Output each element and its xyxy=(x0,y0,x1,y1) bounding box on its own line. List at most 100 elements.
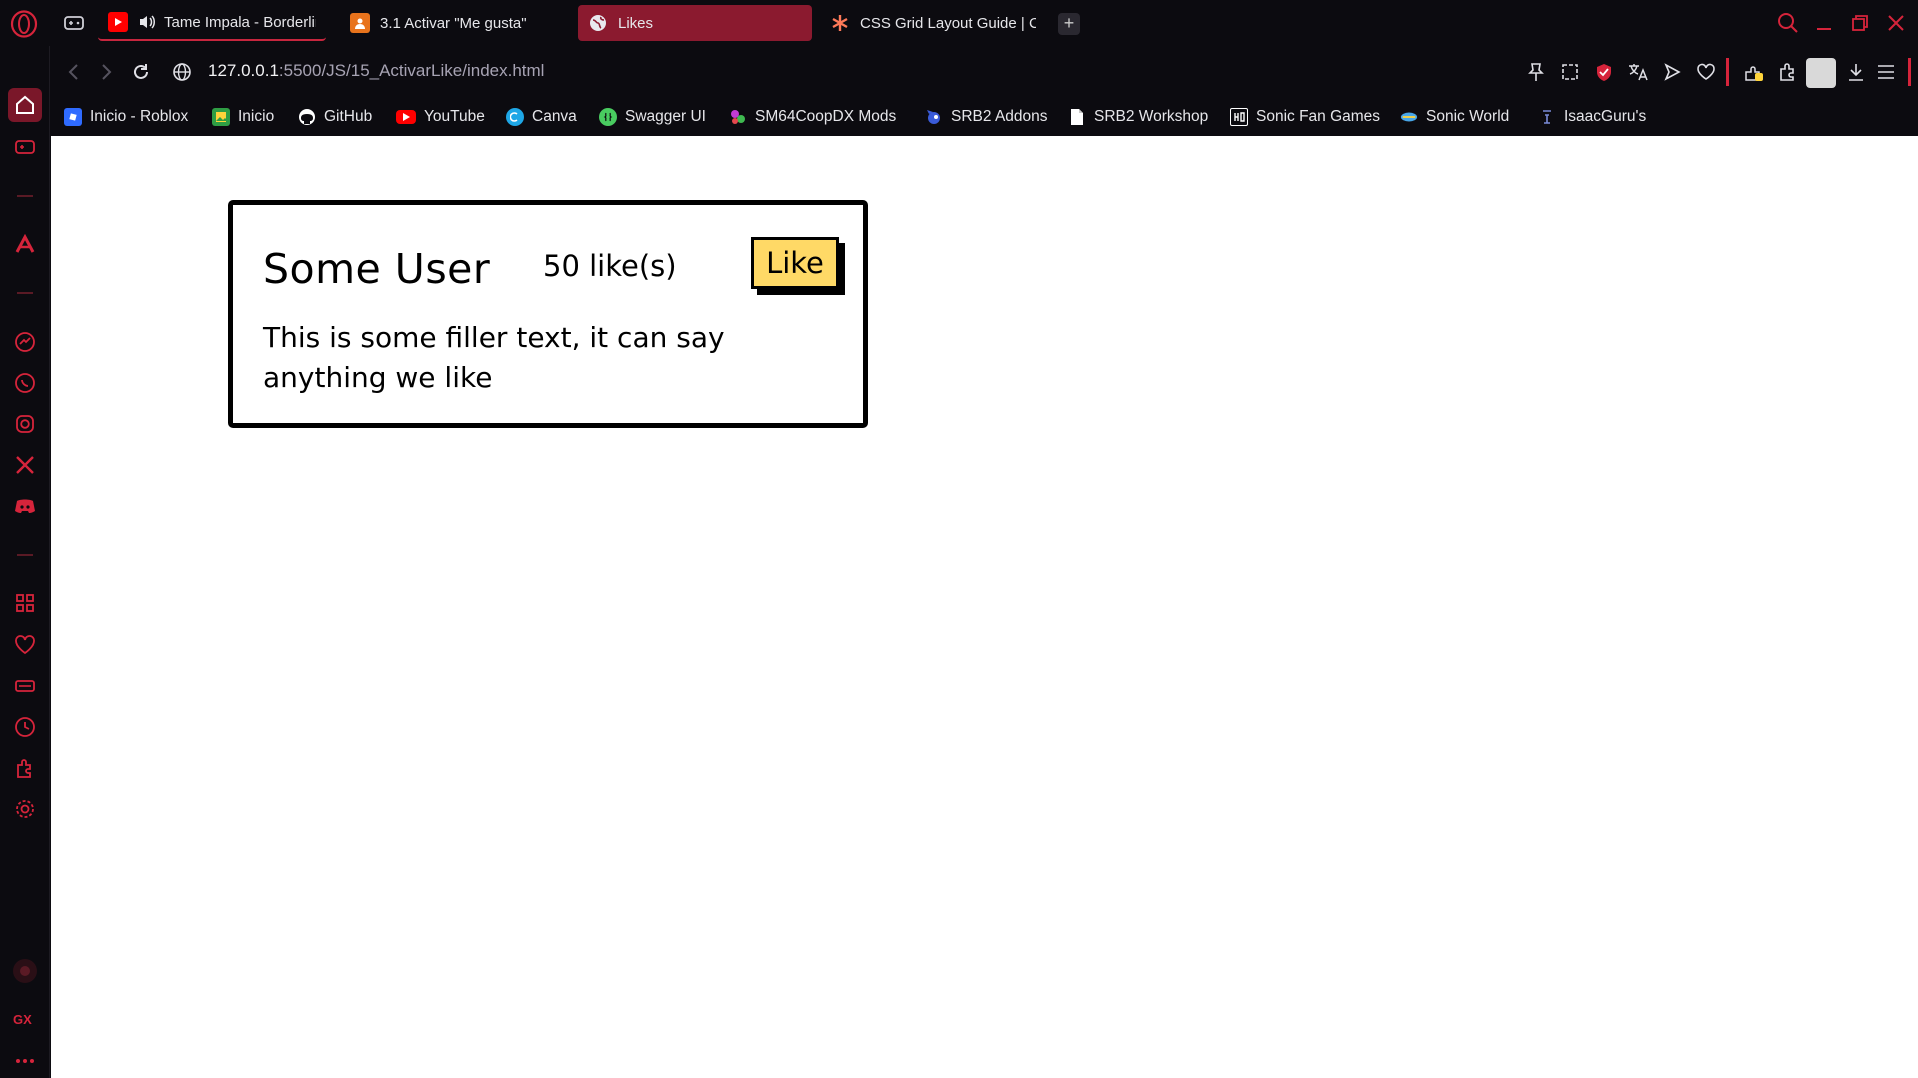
like-button[interactable]: Like xyxy=(751,237,839,289)
youtube-icon xyxy=(396,110,416,124)
sm64-icon xyxy=(729,108,747,126)
history-icon[interactable] xyxy=(10,712,40,742)
instagram-icon[interactable] xyxy=(10,409,40,439)
sidebar-divider xyxy=(17,554,33,556)
gx-label[interactable]: GX xyxy=(13,1012,32,1027)
bookmark-label: SRB2 Workshop xyxy=(1094,108,1209,125)
gx-corner-icon[interactable] xyxy=(10,956,40,986)
bookmark-srb2-addons[interactable]: SRB2 Addons xyxy=(925,106,1048,128)
forward-icon[interactable] xyxy=(94,60,118,84)
bookmark-sonic-fan-games[interactable]: Sonic Fan Games xyxy=(1230,106,1380,128)
page-icon xyxy=(1068,108,1086,126)
asterisk-icon xyxy=(830,13,850,33)
tab-course[interactable]: 3.1 Activar "Me gusta" xyxy=(340,5,560,41)
gamepad-icon[interactable] xyxy=(10,132,40,162)
profile-avatar[interactable] xyxy=(1806,58,1836,88)
bookmark-inicio[interactable]: Inicio xyxy=(212,106,274,128)
tab-title: Tame Impala - Borderline xyxy=(164,13,316,31)
close-icon[interactable] xyxy=(1882,10,1910,36)
bookmark-label: Canva xyxy=(532,108,577,125)
ad-blocker-shield-icon[interactable] xyxy=(1592,60,1616,84)
bookmark-label: GitHub xyxy=(324,108,373,125)
bookmark-label: YouTube xyxy=(424,108,485,125)
bookmark-label: Swagger UI xyxy=(625,108,706,125)
restore-icon[interactable] xyxy=(1846,10,1874,36)
minimize-icon[interactable] xyxy=(1810,10,1838,36)
tab-likes[interactable]: Likes xyxy=(578,5,812,41)
tab-title: 3.1 Activar "Me gusta" xyxy=(380,14,527,32)
gamepad-icon[interactable] xyxy=(62,12,86,34)
bookmark-label: Inicio - Roblox xyxy=(90,108,189,125)
new-tab-button[interactable]: + xyxy=(1058,13,1080,35)
bookmark-label: Sonic World xyxy=(1426,108,1510,125)
url-field[interactable]: 127.0.0.1:5500/JS/15_ActivarLike/index.h… xyxy=(208,61,544,81)
heart-icon[interactable] xyxy=(10,630,40,660)
bookmark-canva[interactable]: Canva xyxy=(506,106,577,128)
bookmark-heart-icon[interactable] xyxy=(1694,60,1718,84)
extensions-icon[interactable] xyxy=(10,753,40,783)
bookmark-label: IsaacGuru's xyxy=(1564,108,1647,125)
swagger-icon xyxy=(599,108,617,126)
url-host: 127.0.0.1 xyxy=(208,61,279,80)
tab-youtube[interactable]: Tame Impala - Borderline xyxy=(98,5,326,41)
easy-setup-menu-icon[interactable] xyxy=(1874,60,1898,84)
vpn-extension-icon[interactable] xyxy=(1742,60,1766,84)
whatsapp-icon[interactable] xyxy=(10,368,40,398)
bookmark-roblox[interactable]: Inicio - Roblox xyxy=(64,106,188,128)
discord-icon[interactable] xyxy=(10,491,40,521)
aria-icon[interactable] xyxy=(10,229,40,259)
srb2-icon xyxy=(925,108,943,126)
toolbar-divider xyxy=(1726,58,1729,86)
speaker-icon[interactable] xyxy=(138,12,156,32)
download-icon[interactable] xyxy=(1844,60,1868,84)
back-icon[interactable] xyxy=(62,60,86,84)
speed-dial-icon[interactable] xyxy=(10,588,40,618)
toolbar-divider xyxy=(1908,58,1911,86)
sfg-icon xyxy=(1230,108,1248,126)
messenger-icon[interactable] xyxy=(10,327,40,357)
bookmark-srb2-workshop[interactable]: SRB2 Workshop xyxy=(1068,106,1208,128)
bookmark-sonic-world[interactable]: Sonic World xyxy=(1400,106,1509,128)
translate-icon[interactable] xyxy=(1626,60,1650,84)
sonic-world-icon xyxy=(1400,108,1418,126)
bookmark-label: Sonic Fan Games xyxy=(1256,108,1381,125)
post-text: This is some filler text, it can say any… xyxy=(263,321,725,394)
sidebar-divider xyxy=(17,292,33,294)
gx-sidebar: GX xyxy=(0,46,50,1078)
reload-icon[interactable] xyxy=(129,60,153,84)
more-icon[interactable] xyxy=(10,1046,40,1076)
tab-css-grid[interactable]: CSS Grid Layout Guide | CSS-Tricks xyxy=(820,5,1046,41)
page-viewport: Some User 50 like(s) Like This is some f… xyxy=(51,136,1918,1078)
globe-icon xyxy=(588,13,608,33)
like-count: 50 like(s) xyxy=(543,249,677,283)
site-info-icon[interactable] xyxy=(170,60,194,84)
puzzle-extensions-icon[interactable] xyxy=(1776,60,1800,84)
opera-gx-logo-icon[interactable] xyxy=(10,10,38,38)
post-username: Some User xyxy=(263,245,491,293)
bookmark-label: SRB2 Addons xyxy=(951,108,1048,125)
bookmark-swagger[interactable]: Swagger UI xyxy=(599,106,706,128)
x-twitter-icon[interactable] xyxy=(10,450,40,480)
bookmark-label: SM64CoopDX Mods xyxy=(755,108,897,125)
bookmark-isaacguru[interactable]: IsaacGuru's xyxy=(1538,106,1646,128)
bookmark-sm64coopdx[interactable]: SM64CoopDX Mods xyxy=(729,106,896,128)
search-tabs-icon[interactable] xyxy=(1774,10,1802,36)
youtube-icon xyxy=(108,12,128,32)
home-icon[interactable] xyxy=(8,88,42,122)
image-icon xyxy=(212,108,230,126)
canva-icon xyxy=(506,108,524,126)
bookmark-label: Inicio xyxy=(238,108,275,125)
sidebar-divider xyxy=(17,195,33,197)
pin-icon[interactable] xyxy=(1524,60,1548,84)
send-icon[interactable] xyxy=(1660,60,1684,84)
bookmark-youtube[interactable]: YouTube xyxy=(396,106,485,128)
settings-gear-icon[interactable] xyxy=(10,794,40,824)
bookmarks-bar: Inicio - Roblox Inicio GitHub YouTube Ca… xyxy=(50,98,1918,136)
bookmark-github[interactable]: GitHub xyxy=(298,106,372,128)
tab-title: Likes xyxy=(618,14,654,32)
tabs-list-icon[interactable] xyxy=(10,671,40,701)
url-path: :5500/JS/15_ActivarLike/index.html xyxy=(278,61,545,80)
roblox-icon xyxy=(64,108,82,126)
tab-title: CSS Grid Layout Guide | CSS-Tricks xyxy=(860,14,1036,32)
snapshot-icon[interactable] xyxy=(1558,60,1582,84)
